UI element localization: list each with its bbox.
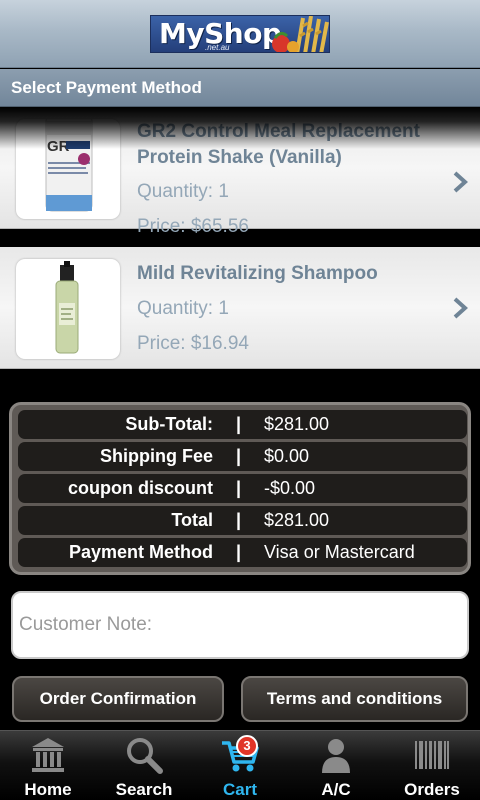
summary-label: Total	[171, 510, 213, 530]
myshop-logo[interactable]: MyShop .net.au	[150, 15, 330, 53]
product-name: Protein Shake (Vanilla)	[137, 147, 342, 168]
summary-row-coupon: coupon discount | -$0.00	[18, 474, 467, 503]
customer-note-input[interactable]	[11, 591, 469, 659]
summary-row-payment-method[interactable]: Payment Method | Visa or Mastercard	[18, 538, 467, 567]
logo-subtext: .net.au	[205, 43, 230, 52]
tab-label: Search	[115, 780, 173, 799]
product-price: Price: $65.56	[137, 216, 249, 237]
product-name: Mild Revitalizing Shampoo	[137, 263, 378, 284]
tab-label: Cart	[222, 780, 257, 799]
summary-value: -$0.00	[264, 478, 316, 498]
product-quantity: Quantity: 1	[137, 298, 229, 319]
summary-label: Shipping Fee	[99, 446, 213, 466]
product-list[interactable]: GR GR2 Control Meal Replacement Protein …	[0, 107, 480, 372]
summary-value: $281.00	[264, 414, 330, 434]
summary-separator: |	[236, 414, 242, 434]
summary-row-shipping: Shipping Fee | $0.00	[18, 442, 467, 471]
product-thumbnail	[16, 259, 120, 359]
product-quantity: Quantity: 1	[137, 181, 229, 202]
product-item[interactable]: Mild Revitalizing Shampoo Quantity: 1 Pr…	[0, 247, 480, 369]
barcode-icon	[415, 741, 449, 769]
summary-label: Payment Method	[68, 542, 213, 562]
produce-icon	[272, 16, 329, 52]
page-title: Select Payment Method	[0, 69, 480, 107]
summary-row-subtotal: Sub-Total: | $281.00	[18, 410, 467, 439]
summary-separator: |	[236, 542, 242, 562]
tab-search[interactable]: Search	[96, 731, 192, 800]
order-summary: Sub-Total: | $281.00 Shipping Fee | $0.0…	[9, 402, 471, 575]
tab-label: Home	[24, 780, 72, 799]
summary-value: $281.00	[264, 510, 330, 530]
summary-separator: |	[236, 510, 242, 530]
app-header: MyShop .net.au	[0, 0, 480, 68]
tab-label: Orders	[404, 780, 460, 799]
product-name-line1: GR2 Control Meal Replacement	[137, 121, 420, 142]
tab-home[interactable]: Home	[0, 731, 96, 800]
chevron-right-icon[interactable]	[452, 171, 468, 193]
summary-row-total: Total | $281.00	[18, 506, 467, 535]
cart-count-badge: 3	[236, 735, 258, 757]
summary-label: Sub-Total:	[125, 414, 213, 434]
bank-icon	[32, 738, 64, 772]
protein-canister-image: GR	[45, 119, 93, 212]
order-confirmation-button[interactable]: Order Confirmation	[12, 676, 224, 722]
payment-method-value[interactable]: Visa or Mastercard	[264, 538, 415, 567]
summary-value: $0.00	[264, 446, 310, 466]
tab-account[interactable]: A/C	[288, 731, 384, 800]
terms-and-conditions-button[interactable]: Terms and conditions	[241, 676, 468, 722]
user-icon	[322, 739, 350, 773]
search-icon	[127, 738, 163, 774]
summary-separator: |	[236, 478, 242, 498]
product-thumbnail: GR	[16, 119, 120, 219]
product-price: Price: $16.94	[137, 333, 249, 354]
product-item[interactable]: GR GR2 Control Meal Replacement Protein …	[0, 107, 480, 237]
tab-orders[interactable]: Orders	[384, 731, 480, 800]
tab-label: A/C	[321, 780, 351, 799]
summary-separator: |	[236, 446, 242, 466]
chevron-right-icon[interactable]	[452, 297, 468, 319]
shampoo-bottle-image	[55, 261, 79, 354]
summary-label: coupon discount	[68, 478, 213, 498]
